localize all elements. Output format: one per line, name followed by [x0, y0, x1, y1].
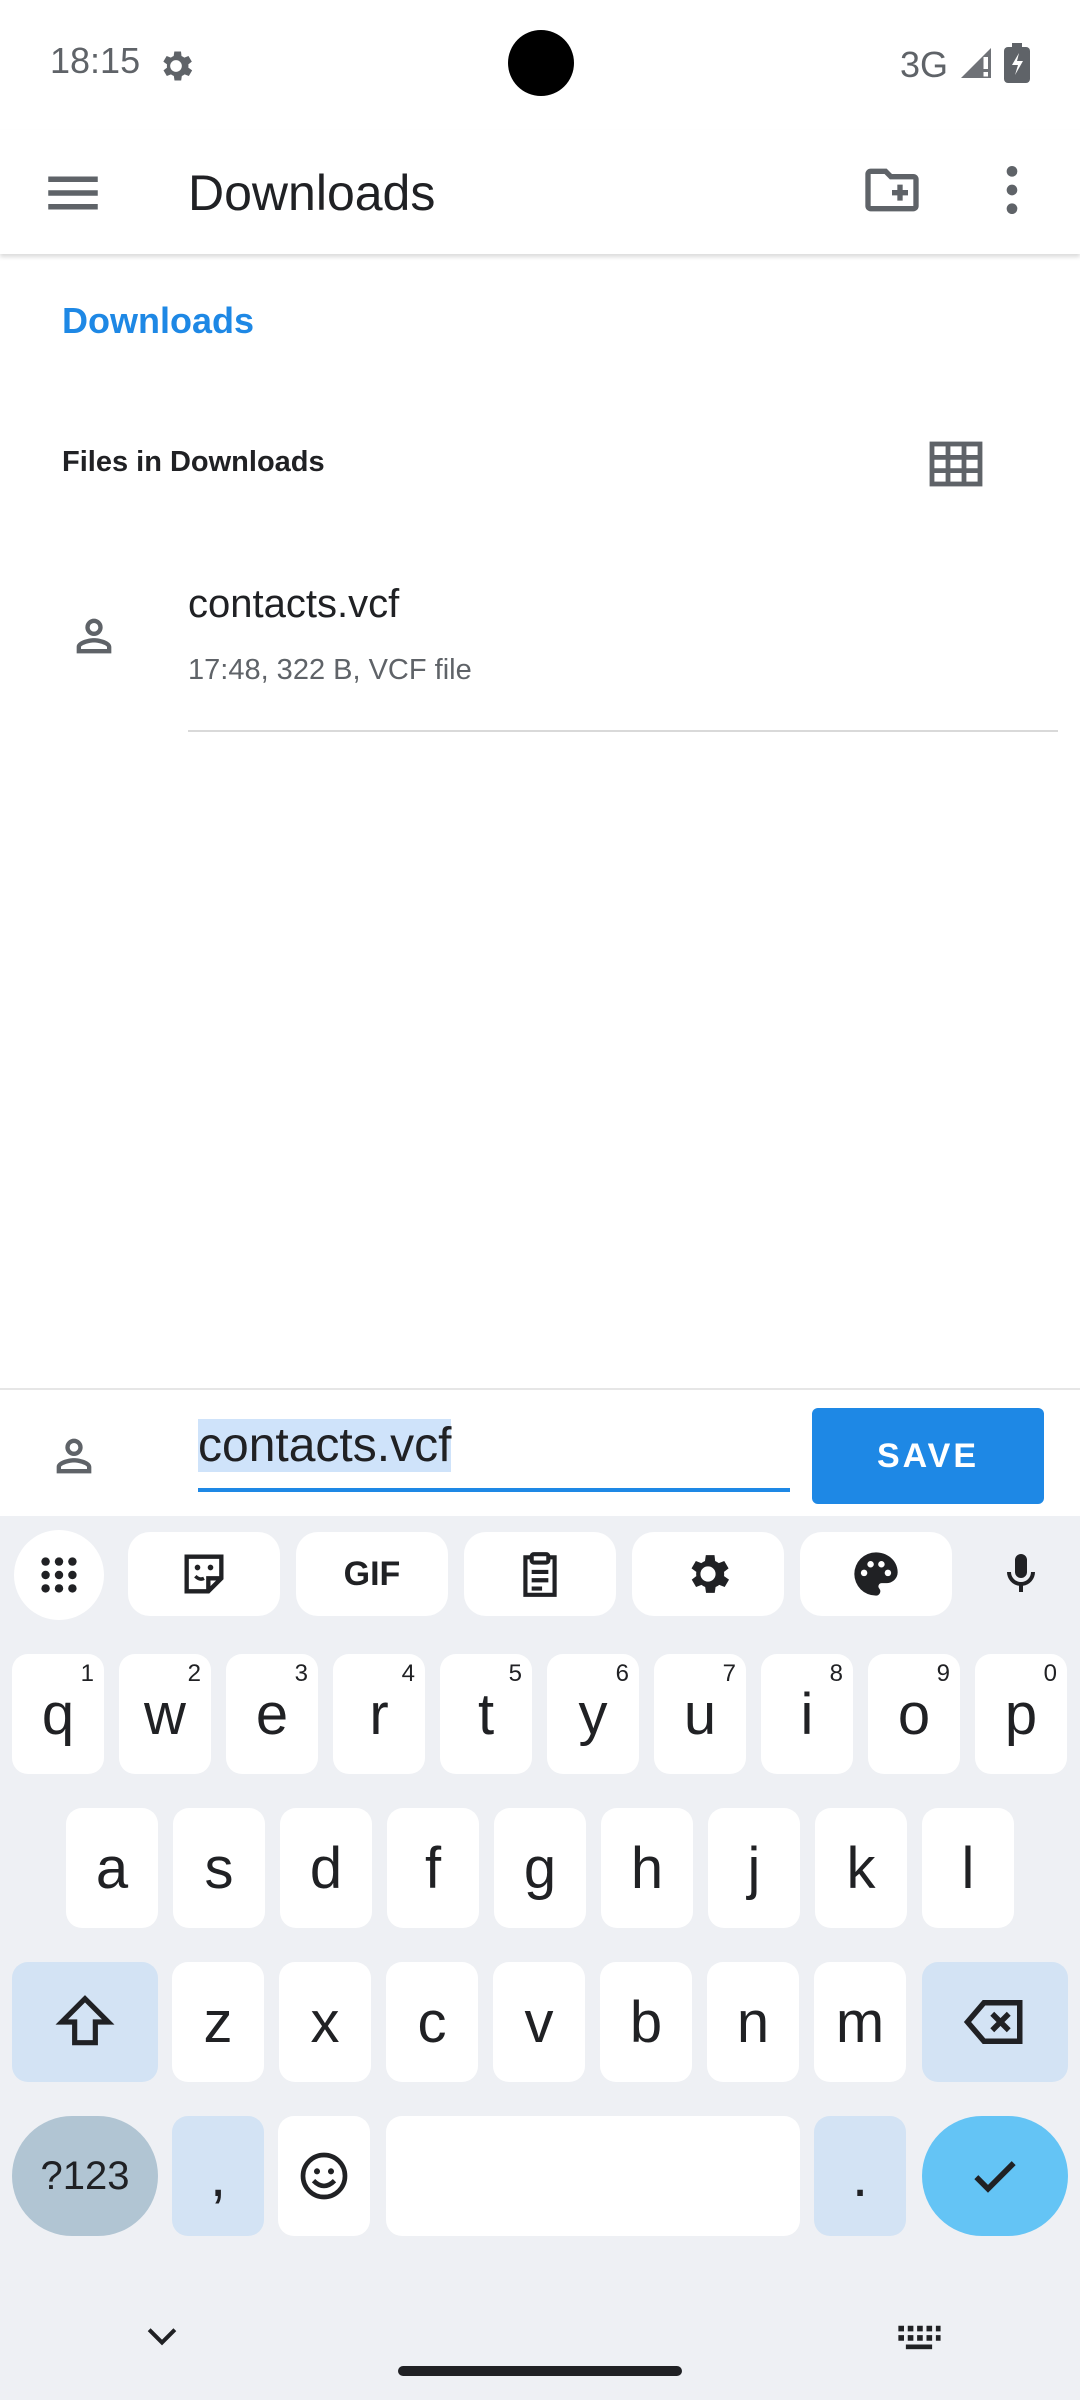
contact-file-icon [68, 610, 120, 662]
list-item[interactable]: contacts.vcf 17:48, 322 B, VCF file [0, 570, 1080, 732]
menu-icon[interactable] [40, 160, 106, 226]
key-label: i [800, 1681, 814, 1747]
key-c[interactable]: c [386, 1962, 478, 2082]
network-type: 3G [899, 44, 948, 85]
save-button[interactable]: SAVE [812, 1408, 1044, 1504]
key-label: e [255, 1681, 289, 1747]
key-label: q [41, 1681, 75, 1747]
key-label: r [369, 1681, 389, 1747]
clipboard-icon[interactable] [464, 1532, 616, 1616]
space-key[interactable] [386, 2116, 800, 2236]
key-label: u [683, 1681, 717, 1747]
file-name: contacts.vcf [188, 582, 400, 626]
key-v[interactable]: v [493, 1962, 585, 2082]
key-label: p [1004, 1681, 1038, 1747]
status-bar: 18:15 3G [0, 0, 1080, 130]
key-hint: 3 [294, 1660, 308, 1687]
save-bar: contacts.vcf SAVE [0, 1388, 1080, 1518]
file-meta: 17:48, 322 B, VCF file [188, 654, 472, 686]
key-i[interactable]: i8 [761, 1654, 853, 1774]
key-d[interactable]: d [280, 1808, 372, 1928]
key-h[interactable]: h [601, 1808, 693, 1928]
key-m[interactable]: m [814, 1962, 906, 2082]
enter-key[interactable] [922, 2116, 1068, 2236]
new-folder-icon[interactable] [860, 158, 924, 222]
key-k[interactable]: k [815, 1808, 907, 1928]
home-indicator[interactable] [398, 2366, 682, 2376]
front-camera [508, 30, 574, 96]
status-time: 18:15 [50, 40, 141, 81]
key-f[interactable]: f [387, 1808, 479, 1928]
key-r[interactable]: r4 [333, 1654, 425, 1774]
key-hint: 2 [187, 1660, 201, 1687]
key-hint: 4 [401, 1660, 415, 1687]
key-z[interactable]: z [172, 1962, 264, 2082]
key-g[interactable]: g [494, 1808, 586, 1928]
page-title: Downloads [188, 165, 436, 221]
key-x[interactable]: x [279, 1962, 371, 2082]
key-label: y [578, 1681, 608, 1747]
key-label: w [144, 1681, 186, 1747]
key-label: o [897, 1681, 931, 1747]
key-hint: 5 [508, 1660, 522, 1687]
key-t[interactable]: t5 [440, 1654, 532, 1774]
key-hint: 6 [615, 1660, 629, 1687]
battery-icon [1004, 42, 1030, 88]
status-indicators: 3G [900, 40, 1030, 90]
app-bar: Downloads [0, 130, 1080, 254]
input-underline [198, 1488, 790, 1492]
symbols-key[interactable]: ?123 [12, 2116, 158, 2236]
hide-keyboard-icon[interactable] [140, 2322, 184, 2352]
keyboard-switch-icon[interactable] [896, 2322, 942, 2352]
palette-icon[interactable] [800, 1532, 952, 1616]
key-label: t [477, 1681, 495, 1747]
key-b[interactable]: b [600, 1962, 692, 2082]
emoji-key[interactable] [278, 2116, 370, 2236]
divider [188, 730, 1058, 732]
settings-status-icon [156, 46, 196, 86]
key-hint: 7 [722, 1660, 736, 1687]
key-hint: 0 [1043, 1660, 1057, 1687]
key-p[interactable]: p0 [975, 1654, 1067, 1774]
mic-icon[interactable] [976, 1532, 1066, 1616]
key-e[interactable]: e3 [226, 1654, 318, 1774]
key-hint: 8 [829, 1660, 843, 1687]
key-s[interactable]: s [173, 1808, 265, 1928]
backspace-key[interactable] [922, 1962, 1068, 2082]
key-hint: 1 [80, 1660, 94, 1687]
key-y[interactable]: y6 [547, 1654, 639, 1774]
key-hint: 9 [936, 1660, 950, 1687]
key-w[interactable]: w2 [119, 1654, 211, 1774]
gif-button[interactable]: GIF [296, 1532, 448, 1616]
shift-key[interactable] [12, 1962, 158, 2082]
key-u[interactable]: u7 [654, 1654, 746, 1774]
key-j[interactable]: j [708, 1808, 800, 1928]
key-l[interactable]: l [922, 1808, 1014, 1928]
contact-file-icon [48, 1430, 100, 1482]
keyboard: GIF ?123 , . q1w2e3r4t5y6u7i8o9p0asdfghj… [0, 1516, 1080, 2400]
signal-icon [958, 45, 994, 86]
comma-key[interactable]: , [172, 2116, 264, 2236]
filename-text: contacts.vcf [198, 1419, 452, 1472]
period-key[interactable]: . [814, 2116, 906, 2236]
more-options-icon[interactable] [980, 158, 1044, 222]
key-n[interactable]: n [707, 1962, 799, 2082]
key-q[interactable]: q1 [12, 1654, 104, 1774]
breadcrumb[interactable]: Downloads [62, 300, 254, 342]
key-a[interactable]: a [66, 1808, 158, 1928]
filename-input[interactable]: contacts.vcf [198, 1418, 790, 1480]
section-header: Files in Downloads [62, 446, 325, 478]
apps-icon[interactable] [14, 1530, 104, 1620]
settings-icon[interactable] [632, 1532, 784, 1616]
grid-view-icon[interactable] [928, 440, 984, 488]
key-o[interactable]: o9 [868, 1654, 960, 1774]
sticker-icon[interactable] [128, 1532, 280, 1616]
